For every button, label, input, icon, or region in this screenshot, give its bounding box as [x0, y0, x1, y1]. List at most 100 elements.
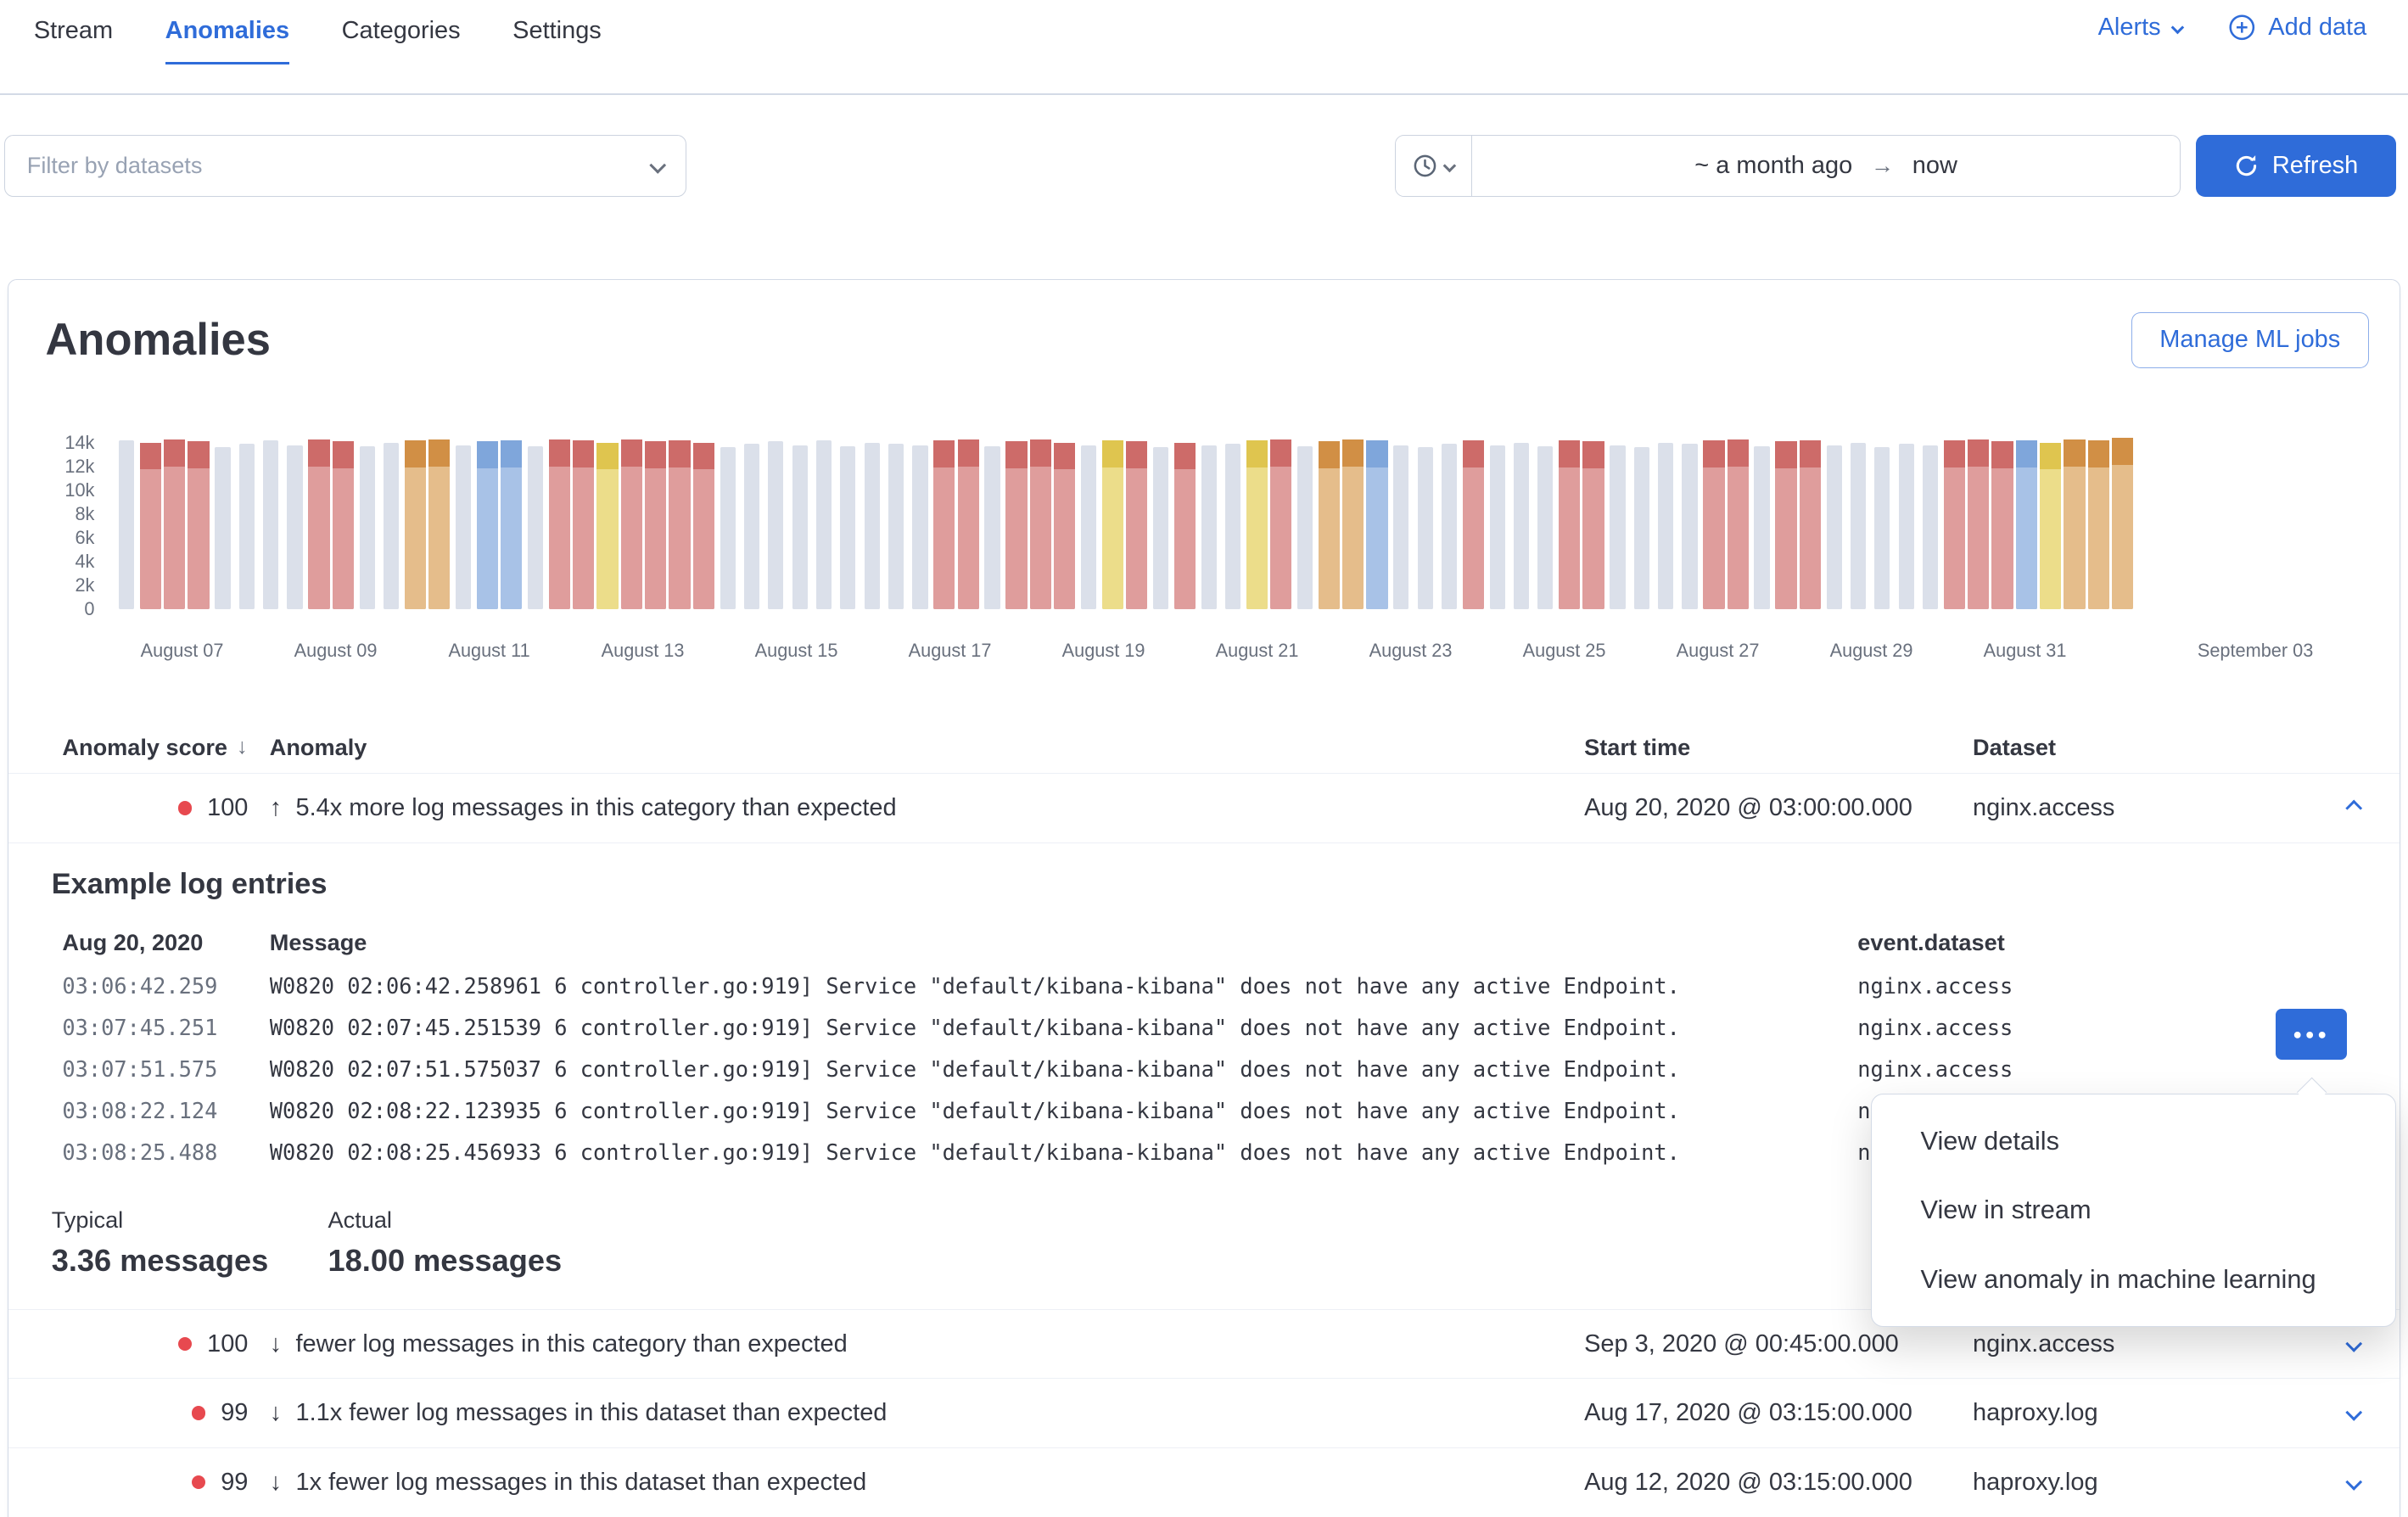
menu-item-view-anomaly-in-machine-learning[interactable]: View anomaly in machine learning [1872, 1245, 2395, 1313]
x-axis-label: August 11 [448, 640, 529, 662]
dataset-name: haproxy.log [1973, 1399, 2323, 1427]
chart-bar [119, 440, 134, 609]
chart-bar [1174, 443, 1196, 609]
chart-bar [1319, 441, 1340, 608]
log-time: 03:07:45.251 [62, 1015, 269, 1040]
chart-bar [1923, 445, 1938, 609]
chart-bar [888, 444, 904, 609]
date-range-end[interactable]: now [1912, 152, 1957, 180]
chart-bar-anomaly-cap [308, 439, 329, 467]
y-axis-label: 0 [8, 598, 94, 620]
chart-bar-anomaly-cap [1030, 439, 1051, 467]
chart-bar [528, 446, 543, 609]
chart-bar-anomaly-cap [2088, 440, 2109, 467]
add-data-button[interactable]: Add data [2228, 14, 2366, 42]
anomaly-message: 5.4x more log messages in this category … [296, 794, 897, 822]
refresh-button[interactable]: Refresh [2196, 135, 2395, 196]
manage-ml-jobs-button[interactable]: Manage ML jobs [2131, 312, 2369, 367]
chart-bar [477, 441, 498, 608]
actual-label: Actual [328, 1206, 605, 1234]
header-anomaly-score-label: Anomaly score [62, 734, 227, 761]
menu-item-view-details[interactable]: View details [1872, 1106, 2395, 1175]
typical-value: 3.36 messages [52, 1243, 328, 1279]
chevron-down-icon[interactable] [2345, 1335, 2362, 1352]
chart-bar [239, 444, 255, 609]
anomalies-panel: Anomalies Manage ML jobs 14k12k10k8k6k4k… [8, 279, 2400, 1517]
chart-bar [1490, 445, 1505, 609]
log-dataset: nginx.access [1857, 973, 2400, 999]
log-message: W0820 02:08:25.456933 6 controller.go:91… [270, 1139, 1858, 1165]
sort-desc-icon: ↓ [237, 735, 248, 759]
x-axis-label: August 09 [294, 640, 378, 662]
chevron-down-icon[interactable] [2345, 1404, 2362, 1421]
chart-bar [1634, 447, 1649, 608]
dataset-filter-combobox[interactable]: Filter by datasets [4, 135, 686, 196]
chart-bar-anomaly-cap [1319, 441, 1340, 468]
chart-bar-anomaly-cap [428, 439, 450, 467]
log-row[interactable]: 03:07:45.251W0820 02:07:45.251539 6 cont… [8, 1007, 2400, 1049]
x-axis-label: August 13 [602, 640, 685, 662]
chart-bar [1463, 440, 1484, 609]
chart-bar-anomaly-cap [1054, 443, 1075, 469]
x-axis-label: August 25 [1523, 640, 1606, 662]
tab-categories[interactable]: Categories [342, 0, 461, 64]
anomaly-row[interactable]: 99↓1x fewer log messages in this dataset… [8, 1447, 2400, 1516]
menu-item-view-in-stream[interactable]: View in stream [1872, 1176, 2395, 1245]
time-picker-button[interactable] [1396, 136, 1473, 195]
chart-bar-anomaly-cap [1800, 440, 1821, 467]
chevron-up-icon[interactable] [2345, 799, 2362, 816]
log-entry-actions-button[interactable]: ●●● [2276, 1009, 2346, 1060]
severity-dot [178, 801, 192, 814]
log-time: 03:07:51.575 [62, 1056, 269, 1082]
chart-bar [405, 440, 426, 609]
chart-bar [333, 441, 354, 608]
x-axis-label: August 27 [1677, 640, 1760, 662]
nav-actions: Alerts Add data [2098, 14, 2367, 42]
anomaly-score: 100 [207, 794, 248, 822]
chart-bar-anomaly-cap [1246, 440, 1268, 467]
chart-bar-anomaly-cap [1102, 440, 1123, 467]
x-axis-label: August 19 [1062, 640, 1145, 662]
chart-bar-anomaly-cap [573, 440, 594, 467]
tab-settings[interactable]: Settings [512, 0, 602, 64]
date-range-start[interactable]: ~ a month ago [1694, 152, 1852, 180]
header-anomaly-score[interactable]: Anomaly score ↓ [62, 734, 269, 761]
log-row[interactable]: 03:07:51.575W0820 02:07:51.575037 6 cont… [8, 1048, 2400, 1089]
chart-bar-anomaly-cap [621, 439, 642, 467]
chevron-down-icon [2171, 21, 2184, 34]
header-start-time: Start time [1584, 734, 1973, 761]
date-range-display[interactable]: ~ a month ago → now [1472, 136, 2180, 195]
chart-bar [140, 443, 161, 609]
tab-anomalies[interactable]: Anomalies [165, 0, 289, 64]
chart-bar-anomaly-cap [164, 439, 185, 467]
arrow-down-icon: ↓ [270, 1330, 282, 1358]
chart-bar [428, 439, 450, 609]
chart-bar-anomaly-cap [140, 443, 161, 469]
chart-bar-anomaly-cap [405, 440, 426, 467]
chart-bar-anomaly-cap [2016, 440, 2037, 467]
actual-value: 18.00 messages [328, 1243, 605, 1279]
chart-bar-anomaly-cap [596, 443, 618, 469]
log-header-date: Aug 20, 2020 [62, 929, 269, 956]
log-message: W0820 02:08:22.123935 6 controller.go:91… [270, 1098, 1858, 1123]
chart-bar [573, 440, 594, 609]
chart-bar [1944, 440, 1965, 609]
y-axis-label: 10k [8, 479, 94, 501]
anomaly-row[interactable]: 100↑5.4x more log messages in this categ… [8, 773, 2400, 842]
dataset-name: nginx.access [1973, 1330, 2323, 1358]
alerts-menu-button[interactable]: Alerts [2098, 14, 2182, 42]
chart-bar [768, 441, 783, 608]
chevron-down-icon[interactable] [2345, 1474, 2362, 1491]
chart-bar-anomaly-cap [1005, 441, 1027, 468]
chart-bar [308, 439, 329, 609]
chart-bar [1537, 446, 1553, 609]
chart-bar [912, 445, 927, 609]
chart-bar [501, 440, 522, 609]
chart-bar [2040, 443, 2061, 609]
chart-bar [215, 447, 230, 608]
chart-bar [1775, 441, 1796, 608]
log-row[interactable]: 03:06:42.259W0820 02:06:42.258961 6 cont… [8, 966, 2400, 1007]
anomaly-row[interactable]: 99↓1.1x fewer log messages in this datas… [8, 1378, 2400, 1447]
tab-stream[interactable]: Stream [34, 0, 113, 64]
chart-bar [1514, 443, 1529, 609]
